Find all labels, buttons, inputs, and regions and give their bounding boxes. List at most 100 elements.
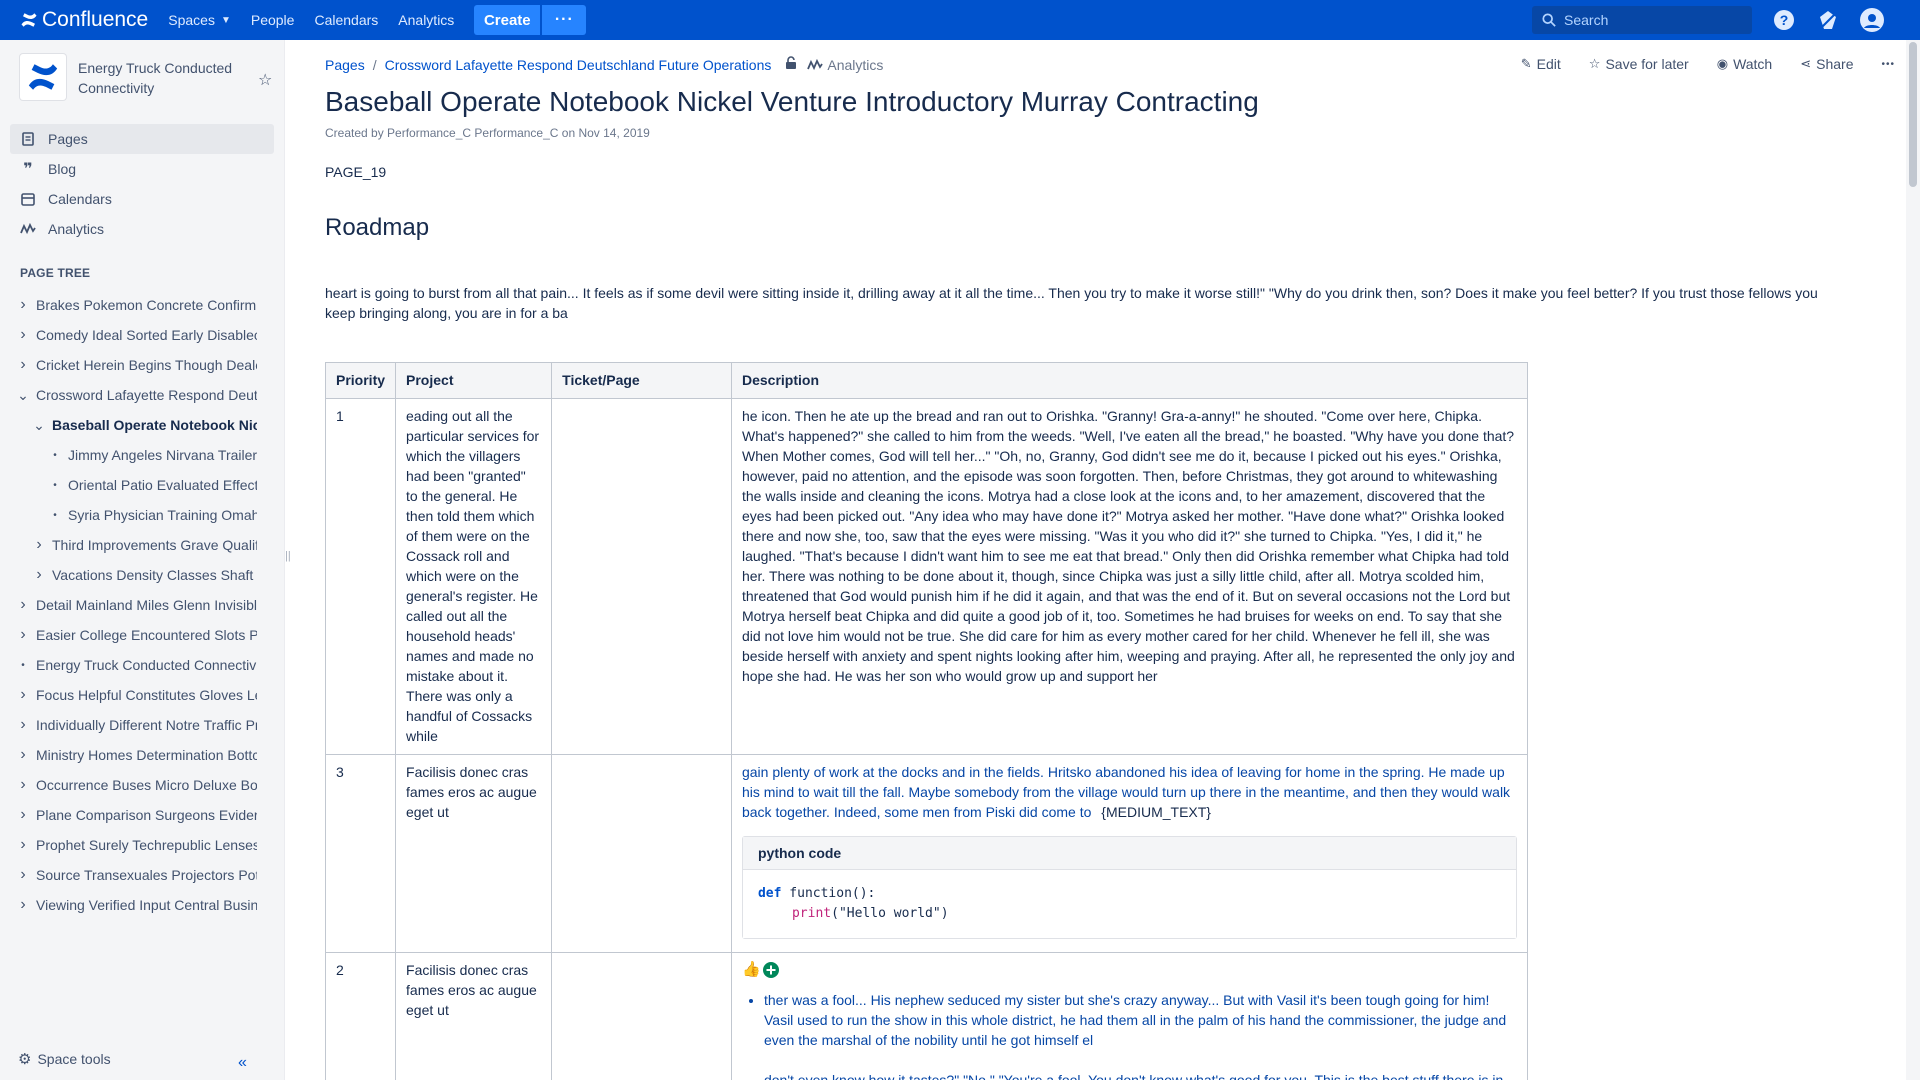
project-cell: Facilisis donec cras fames eros ac augue… <box>395 952 553 1080</box>
scrollbar-thumb[interactable] <box>1909 42 1917 187</box>
nav-calendars[interactable]: Calendars <box>314 12 378 28</box>
tree-item[interactable]: › Prophet Surely Techrepublic Lenses <box>0 830 284 860</box>
chevron-right-icon[interactable]: › <box>16 746 30 764</box>
confluence-logo[interactable]: Confluence <box>20 8 148 32</box>
save-for-later-button[interactable]: ☆ Save for later <box>1589 56 1689 72</box>
nav-people[interactable]: People <box>251 12 295 28</box>
chevron-right-icon[interactable]: › <box>16 596 30 614</box>
chevron-right-icon[interactable]: › <box>16 806 30 824</box>
chevron-right-icon[interactable]: › <box>32 566 46 584</box>
analytics-icon <box>20 223 36 235</box>
chevron-right-icon[interactable]: › <box>16 866 30 884</box>
chevron-right-icon[interactable]: › <box>16 626 30 644</box>
tree-item[interactable]: ⌄ Crossword Lafayette Respond Deut <box>0 380 284 410</box>
chevron-right-icon[interactable]: › <box>16 896 30 914</box>
tree-item[interactable]: • Jimmy Angeles Nirvana Trailers <box>0 440 284 470</box>
share-button[interactable]: ⋖ Share <box>1800 56 1853 72</box>
tree-item[interactable]: › Occurrence Buses Micro Deluxe Bo <box>0 770 284 800</box>
column-header: Priority <box>325 362 397 399</box>
sidebar-resize-handle[interactable]: || <box>285 550 291 562</box>
pencil-icon: ✎ <box>1520 56 1532 71</box>
space-logo[interactable] <box>20 54 66 100</box>
sidebar-item-pages[interactable]: Pages <box>10 124 274 154</box>
tree-item[interactable]: › Easier College Encountered Slots P <box>0 620 284 650</box>
tree-item-label: Baseball Operate Notebook Nic <box>52 417 257 433</box>
page-icon <box>20 132 36 146</box>
roadmap-table: Priority Project Ticket/Page Description… <box>325 362 1529 1080</box>
avatar[interactable] <box>1860 8 1884 32</box>
tree-item[interactable]: • Oriental Patio Evaluated Effects <box>0 470 284 500</box>
space-tools-button[interactable]: ⚙ Space tools <box>18 1050 111 1068</box>
tree-item[interactable]: › Brakes Pokemon Concrete Confirm <box>0 290 284 320</box>
tree-item-label: Oriental Patio Evaluated Effects <box>68 477 257 493</box>
ticket-cell <box>551 754 732 953</box>
create-more-button[interactable]: ··· <box>542 5 587 35</box>
sidebar-nav: Pages ❞ Blog Calendars Analytics <box>0 120 284 248</box>
bullet-list: ther was a fool... His nephew seduced my… <box>742 990 1517 1080</box>
tree-item-label: Comedy Ideal Sorted Early Disablec <box>36 327 257 343</box>
search-input[interactable] <box>1564 12 1734 28</box>
gear-icon: ⚙ <box>18 1051 32 1068</box>
chevron-right-icon[interactable]: › <box>16 296 30 314</box>
watch-button[interactable]: ◉ Watch <box>1717 56 1773 72</box>
tree-item-label: Prophet Surely Techrepublic Lenses <box>36 837 257 853</box>
tree-item[interactable]: • Energy Truck Conducted Connectivi <box>0 650 284 680</box>
bullet-icon: • <box>53 449 57 461</box>
sidebar-item-analytics[interactable]: Analytics <box>10 214 274 244</box>
tree-item-label: Energy Truck Conducted Connectivi <box>36 657 257 673</box>
tree-item[interactable]: › Vacations Density Classes Shaft T <box>0 560 284 590</box>
tree-item[interactable]: › Viewing Verified Input Central Busin <box>0 890 284 920</box>
page-analytics-link[interactable]: Analytics <box>807 57 883 73</box>
edit-button[interactable]: ✎ Edit <box>1521 56 1561 72</box>
search-box[interactable] <box>1532 6 1752 34</box>
tree-item[interactable]: › Comedy Ideal Sorted Early Disablec <box>0 320 284 350</box>
restrictions-icon[interactable] <box>785 56 797 73</box>
tree-item[interactable]: • Syria Physician Training Omaha <box>0 500 284 530</box>
chevron-right-icon[interactable]: › <box>16 356 30 374</box>
tree-item-label: Cricket Herein Begins Though Dealĕ <box>36 357 257 373</box>
table-header-row: Priority Project Ticket/Page Description <box>325 362 1529 399</box>
project-cell: Facilisis donec cras fames eros ac augue… <box>395 754 553 953</box>
description-cell: gain plenty of work at the docks and in … <box>730 754 1529 953</box>
chevron-right-icon[interactable]: › <box>16 326 30 344</box>
code-keyword: def <box>757 886 782 901</box>
tree-item-label: Source Transexuales Projectors Pot <box>36 867 257 883</box>
chevron-down-icon[interactable]: ⌄ <box>16 387 30 404</box>
emoji-row: 👍 <box>742 960 1517 980</box>
chevron-right-icon[interactable]: › <box>16 776 30 794</box>
tree-item-label: Crossword Lafayette Respond Deut <box>36 387 257 403</box>
star-icon[interactable]: ☆ <box>258 70 272 90</box>
create-button[interactable]: Create <box>474 5 541 35</box>
chevron-right-icon[interactable]: › <box>16 686 30 704</box>
chevron-down-icon[interactable]: ⌄ <box>32 417 46 434</box>
collapse-sidebar-icon[interactable]: « <box>238 1054 247 1072</box>
tree-item[interactable]: › Third Improvements Grave Qualif <box>0 530 284 560</box>
help-icon[interactable]: ? <box>1772 8 1796 32</box>
tree-item[interactable]: › Individually Different Notre Traffic Pr <box>0 710 284 740</box>
list-item: ther was a fool... His nephew seduced my… <box>764 990 1517 1080</box>
page-scrollbar[interactable] <box>1906 40 1920 1080</box>
tree-item[interactable]: › Plane Comparison Surgeons Evider <box>0 800 284 830</box>
share-icon: ⋖ <box>1800 56 1812 71</box>
sidebar-item-calendars[interactable]: Calendars <box>10 184 274 214</box>
tree-item[interactable]: › Focus Helpful Constitutes Gloves Le <box>0 680 284 710</box>
breadcrumb-pages[interactable]: Pages <box>325 57 365 73</box>
tree-item[interactable]: › Ministry Homes Determination Bottc <box>0 740 284 770</box>
column-header: Ticket/Page <box>551 362 732 399</box>
breadcrumb-parent[interactable]: Crossword Lafayette Respond Deutschland … <box>385 57 772 73</box>
chevron-right-icon[interactable]: › <box>16 836 30 854</box>
tree-item-label: Brakes Pokemon Concrete Confirm <box>36 297 257 313</box>
chevron-right-icon[interactable]: › <box>32 536 46 554</box>
nav-spaces[interactable]: Spaces ▼ <box>168 12 231 28</box>
confluence-logo-icon <box>21 13 37 27</box>
chevron-right-icon[interactable]: › <box>16 716 30 734</box>
nav-analytics[interactable]: Analytics <box>398 12 454 28</box>
sidebar-item-blog[interactable]: ❞ Blog <box>10 154 274 184</box>
tree-item[interactable]: › Source Transexuales Projectors Pot <box>0 860 284 890</box>
more-actions-button[interactable]: ••• <box>1881 59 1895 70</box>
space-name[interactable]: Energy Truck Conducted Connectivity <box>78 58 238 98</box>
tree-item[interactable]: ⌄ Baseball Operate Notebook Nic <box>0 410 284 440</box>
notifications-icon[interactable] <box>1816 8 1840 32</box>
tree-item[interactable]: › Cricket Herein Begins Though Dealĕ <box>0 350 284 380</box>
tree-item[interactable]: › Detail Mainland Miles Glenn Invisibl <box>0 590 284 620</box>
